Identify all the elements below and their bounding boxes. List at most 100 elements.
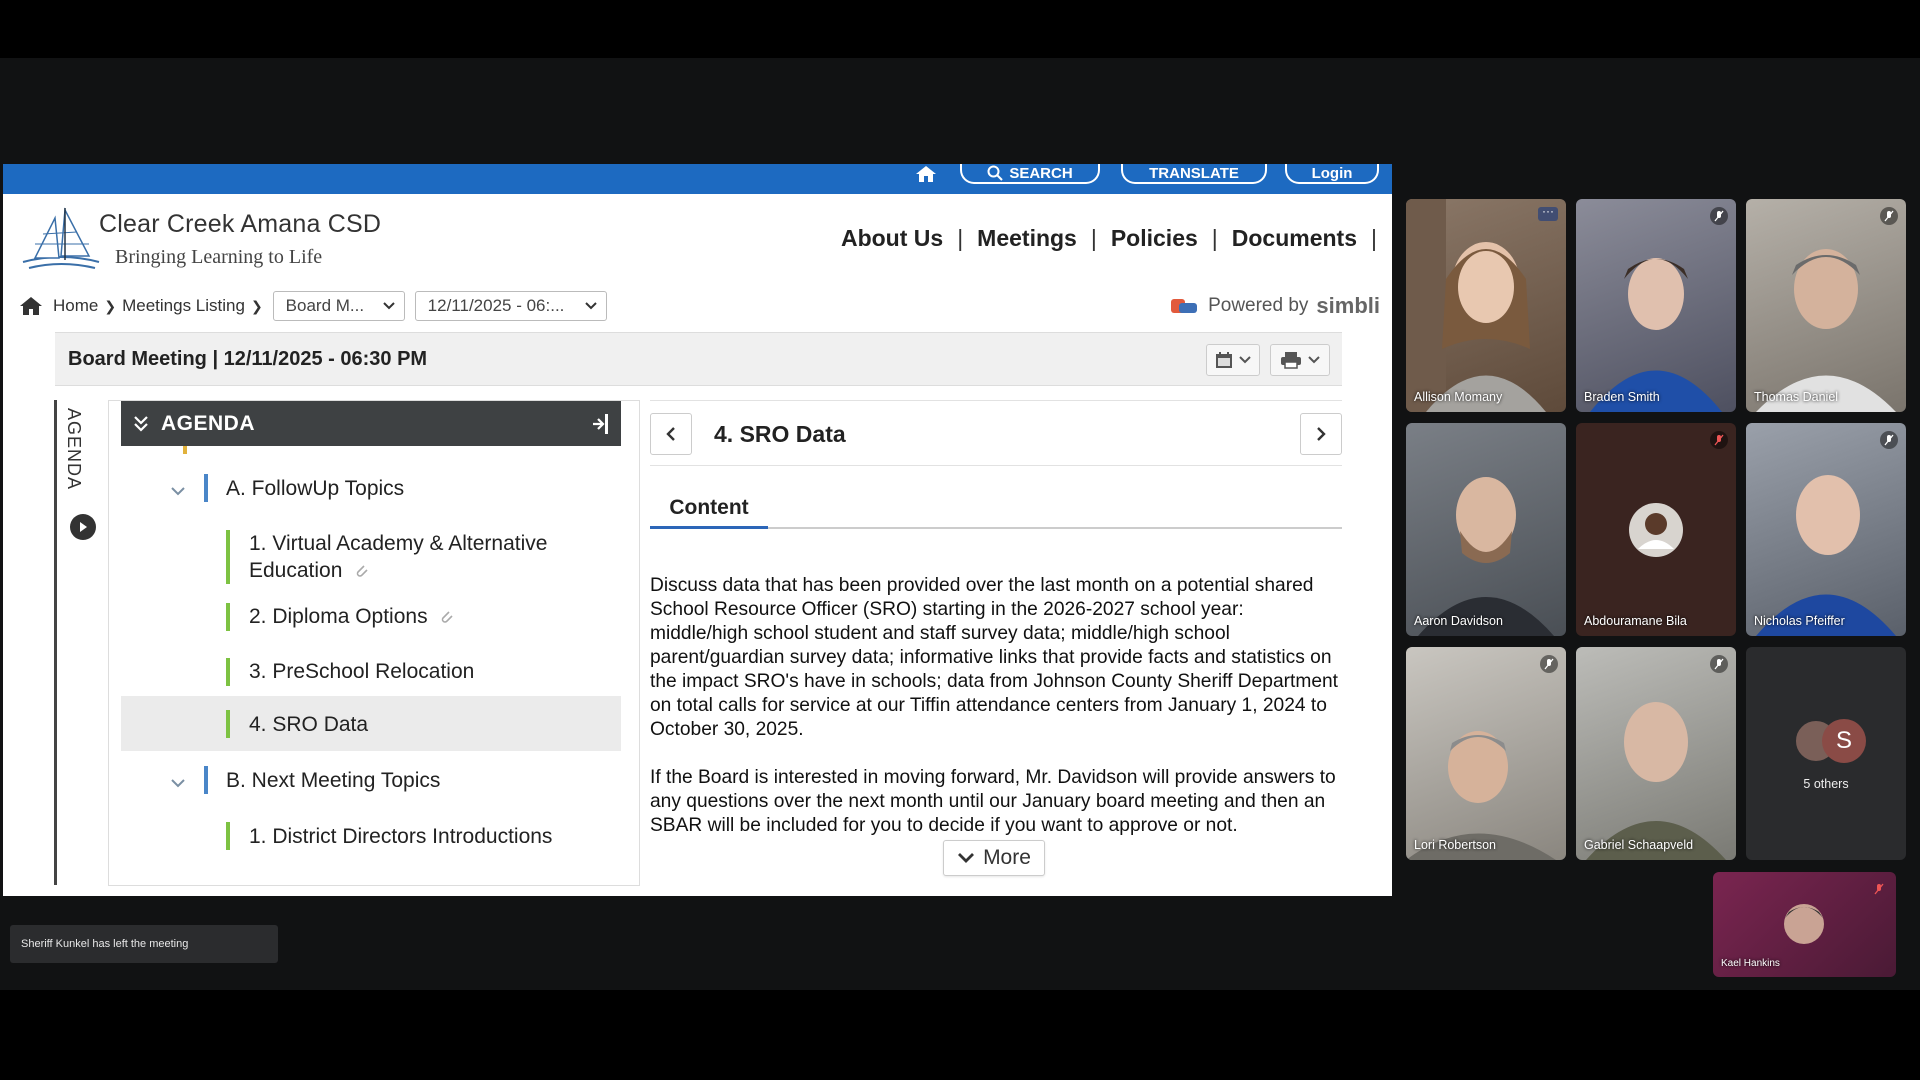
print-button[interactable] [1270,344,1330,376]
next-item-button[interactable] [1300,413,1342,455]
agenda-item-sro-data[interactable]: 4. SRO Data [249,711,368,738]
chevron-down-icon[interactable] [169,482,187,500]
participant-tile[interactable]: Nicholas Pfeiffer [1746,423,1906,636]
bottom-black-bar [0,990,1920,1080]
dock-panel-icon[interactable] [591,413,609,435]
more-button[interactable]: More [943,840,1045,876]
more-label: More [983,846,1031,869]
login-label: Login [1311,164,1353,182]
others-count: 5 others [1803,777,1849,791]
attachment-icon[interactable] [439,609,455,625]
content-tabs: Content [650,489,1342,529]
breadcrumb-home[interactable]: Home [53,296,98,316]
item-indicator [226,658,230,686]
muted-mic-icon [1540,655,1558,673]
muted-mic-icon [1710,207,1728,225]
item-indicator [226,710,230,738]
breadcrumb: Home ❯ Meetings Listing ❯ Board M... 12/… [19,290,607,322]
printer-icon [1281,352,1301,369]
powered-by-brand[interactable]: simbli [1316,293,1380,319]
participant-tile[interactable]: Aaron Davidson [1406,423,1566,636]
agenda-section-b[interactable]: B. Next Meeting Topics [226,767,440,794]
participant-name: Braden Smith [1584,390,1660,404]
chevron-right-icon: ❯ [104,297,117,314]
powered-by-label: Powered by [1208,295,1309,316]
translate-label: TRANSLATE [1149,164,1239,182]
chevron-down-icon[interactable] [169,774,187,792]
main-nav: About Us | Meetings | Policies | Documen… [841,225,1377,252]
simbli-logo-icon [1171,299,1198,313]
top-black-bar [0,0,1920,58]
agenda-item-virtual-academy[interactable]: 1. Virtual Academy & Alternative Educati… [249,530,547,584]
calendar-button[interactable] [1206,344,1260,376]
nav-about-us[interactable]: About Us [841,225,943,252]
agenda-item-active-row[interactable] [121,696,621,751]
site-name[interactable]: Clear Creek Amana CSD [99,210,381,239]
participant-avatar [1629,503,1683,557]
date-select-value: 12/11/2025 - 06:... [427,296,565,315]
participant-name: Lori Robertson [1414,838,1496,852]
muted-mic-icon [1710,655,1728,673]
self-view-tile[interactable]: Kael Hankins [1713,872,1896,977]
agenda-item-diploma-options[interactable]: 2. Diploma Options [249,603,455,630]
nav-separator: | [1371,225,1377,251]
nav-documents[interactable]: Documents [1232,225,1357,252]
nav-policies[interactable]: Policies [1111,225,1198,252]
chevron-right-icon [1317,427,1326,441]
date-select[interactable]: 12/11/2025 - 06:... [414,291,607,321]
play-arrow-icon[interactable] [70,514,96,540]
participant-tile[interactable]: ··· Allison Momany [1406,199,1566,412]
participant-video [1586,702,1726,860]
participant-name: Allison Momany [1414,390,1503,404]
attachment-icon[interactable] [354,563,370,579]
participant-tile[interactable]: Braden Smith [1576,199,1736,412]
participant-video [1418,477,1554,636]
agenda-item-label: 2. Diploma Options [249,605,428,628]
search-label: SEARCH [1009,164,1073,182]
others-tile[interactable]: S 5 others [1746,647,1906,860]
participant-video [1406,199,1546,412]
section-indicator [204,766,208,794]
search-button[interactable]: SEARCH [960,164,1100,184]
login-button[interactable]: Login [1285,164,1379,184]
participant-name: Abdouramane Bila [1584,614,1687,628]
participant-tile[interactable]: Abdouramane Bila [1576,423,1736,636]
participant-video [1756,475,1896,636]
district-logo [22,207,100,269]
participant-name: Gabriel Schaapveld [1584,838,1694,852]
agenda-rail[interactable]: AGENDA [54,400,96,885]
item-indicator [226,603,230,631]
tab-content[interactable]: Content [650,489,768,529]
home-icon[interactable] [19,296,43,316]
meeting-title: Board Meeting | 12/11/2025 - 06:30 PM [68,348,428,370]
nav-meetings[interactable]: Meetings [977,225,1077,252]
agenda-rail-label: AGENDA [64,408,84,491]
agenda-item-district-directors[interactable]: 1. District Directors Introductions [249,823,552,850]
board-select[interactable]: Board M... [272,291,405,321]
agenda-header-title: AGENDA [161,411,256,435]
chevron-down-icon [1308,356,1320,364]
participant-tile[interactable]: Lori Robertson [1406,647,1566,860]
translate-button[interactable]: TRANSLATE [1121,164,1267,184]
video-call-window: SEARCH TRANSLATE Login Clear Creek Amana… [0,0,1920,1080]
section-indicator [204,474,208,502]
description-paragraph: If the Board is interested in moving for… [650,767,1336,836]
muted-mic-icon [1880,431,1898,449]
more-options-icon[interactable]: ··· [1538,205,1558,221]
participant-video [1756,249,1896,412]
agenda-item-preschool-relocation[interactable]: 3. PreSchool Relocation [249,658,474,685]
muted-mic-icon [1710,431,1728,449]
participant-video [1406,731,1556,860]
participant-tile[interactable]: Thomas Daniel [1746,199,1906,412]
item-description: Discuss data that has been provided over… [650,574,1342,862]
chevron-down-icon [584,302,597,310]
home-icon[interactable] [913,164,939,184]
muted-mic-icon [1870,880,1888,898]
agenda-section-a[interactable]: A. FollowUp Topics [226,475,404,502]
breadcrumb-meetings-listing[interactable]: Meetings Listing [122,296,245,316]
utility-bar: SEARCH TRANSLATE Login [3,164,1392,194]
previous-item-button[interactable] [650,413,692,455]
collapse-all-icon[interactable] [133,414,149,434]
participant-tile[interactable]: Gabriel Schaapveld [1576,647,1736,860]
site-tagline: Bringing Learning to Life [115,246,323,268]
